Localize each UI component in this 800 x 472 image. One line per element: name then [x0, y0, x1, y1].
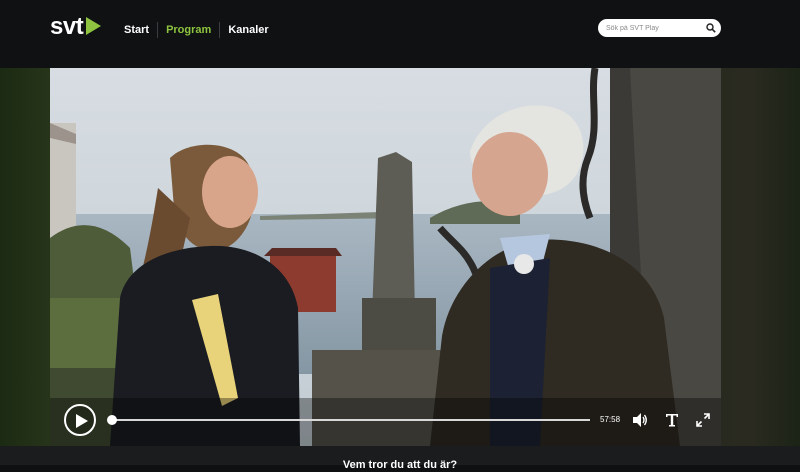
episode-heading: Vem tror du att du är?: [342, 459, 458, 471]
video-frame[interactable]: [50, 68, 721, 446]
volume-icon[interactable]: [632, 412, 648, 428]
top-bar: svt Start Program Kanaler: [0, 0, 800, 68]
main-nav: Start Program Kanaler: [124, 22, 277, 38]
time-remaining: 57:58: [600, 415, 621, 424]
search-box: [598, 19, 721, 37]
progress-handle[interactable]: [107, 415, 117, 425]
logo-text: svt: [50, 13, 84, 40]
nav-item-kanaler[interactable]: Kanaler: [219, 22, 276, 38]
play-button[interactable]: [64, 404, 96, 436]
player-controls: 57:58: [50, 400, 721, 446]
play-icon: [76, 414, 88, 428]
nav-item-start[interactable]: Start: [124, 22, 157, 38]
fullscreen-icon[interactable]: [695, 412, 711, 428]
play-badge-icon: [86, 17, 101, 35]
svt-play-logo[interactable]: svt: [50, 14, 106, 42]
nav-item-program[interactable]: Program: [157, 22, 219, 38]
search-icon[interactable]: [706, 23, 716, 33]
subtitles-icon[interactable]: [664, 412, 680, 428]
video-still: [50, 68, 721, 446]
search-input[interactable]: [606, 19, 702, 37]
progress-bar[interactable]: [112, 419, 590, 421]
